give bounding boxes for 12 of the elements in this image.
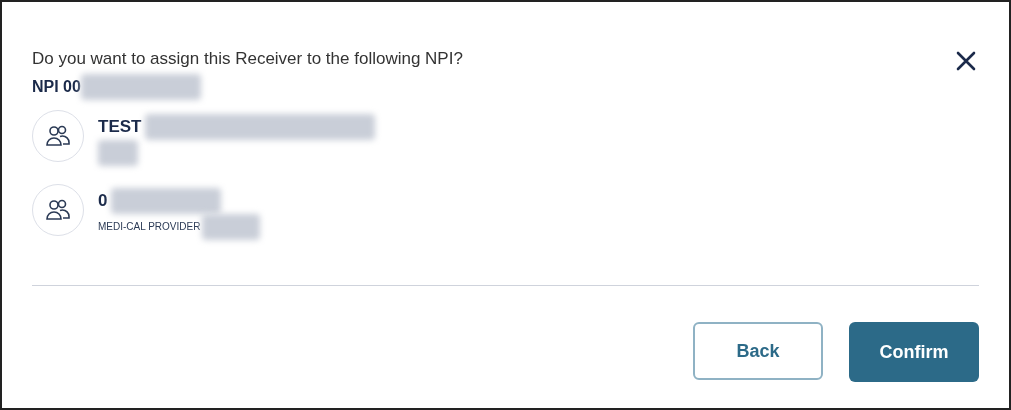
entry-subtitle: MEDI-CAL PROVIDER [98, 220, 201, 234]
back-button[interactable]: Back [693, 322, 823, 380]
redaction-blur [98, 139, 138, 166]
entry-name: TEST [98, 115, 142, 138]
dialog-question: Do you want to assign this Receiver to the following NPI? [32, 48, 463, 70]
people-icon [45, 123, 71, 148]
entry-name: 0 [98, 189, 108, 212]
people-icon [45, 197, 71, 222]
confirm-button[interactable]: Confirm [849, 322, 979, 382]
close-icon [955, 50, 977, 72]
npi-label: NPI 00 [32, 76, 81, 97]
close-button[interactable] [955, 50, 977, 72]
